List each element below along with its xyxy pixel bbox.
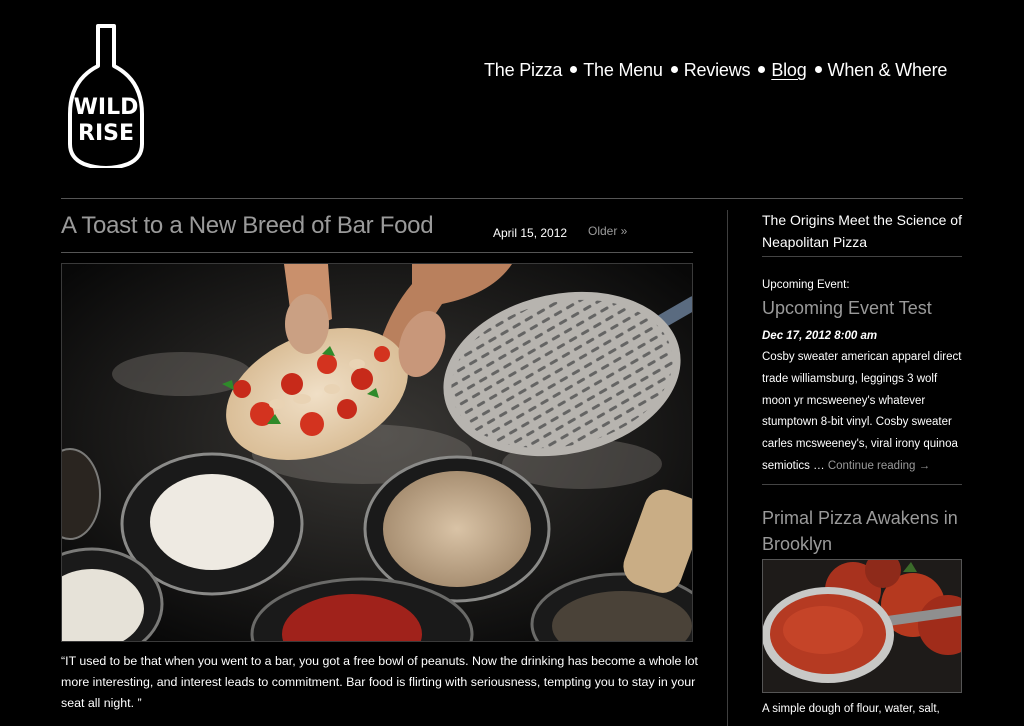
post-date: April 15, 2012 <box>493 226 568 240</box>
post-title-divider <box>61 252 693 253</box>
older-posts-link[interactable]: Older » <box>588 224 627 238</box>
event-date: Dec 17, 2012 8:00 am <box>762 330 878 342</box>
post-title[interactable]: A Toast to a New Breed of Bar Food <box>61 212 434 240</box>
sidebar-post-title-link[interactable]: Primal Pizza Awakens in Brooklyn <box>762 505 967 557</box>
nav-blog[interactable]: Blog <box>771 60 806 81</box>
main-nav: The Pizza The Menu Reviews Blog When & W… <box>484 60 947 81</box>
post-photo-pizza-prep <box>61 263 693 642</box>
continue-reading-link[interactable]: Continue reading → <box>828 460 930 472</box>
nav-the-menu[interactable]: The Menu <box>583 60 663 81</box>
nav-separator-dot <box>814 66 822 73</box>
wild-rise-logo[interactable]: WILD RISE <box>64 24 148 168</box>
event-description: Cosby sweater american apparel direct tr… <box>762 347 967 478</box>
sidebar-post-excerpt: A simple dough of flour, water, salt, <box>762 703 940 715</box>
sidebar-post-photo-tomato-sauce <box>762 559 962 693</box>
nav-reviews[interactable]: Reviews <box>684 60 751 81</box>
sidebar-heading[interactable]: The Origins Meet the Science of Neapolit… <box>762 209 962 253</box>
sidebar-divider <box>727 210 728 726</box>
nav-when-where[interactable]: When & Where <box>828 60 948 81</box>
upcoming-event-label: Upcoming Event: <box>762 279 850 291</box>
event-description-text: Cosby sweater american apparel direct tr… <box>762 351 962 472</box>
sidebar-divider-2 <box>762 484 962 485</box>
nav-separator-dot <box>570 66 578 73</box>
event-title-link[interactable]: Upcoming Event Test <box>762 298 932 319</box>
nav-the-pizza[interactable]: The Pizza <box>484 60 562 81</box>
post-excerpt-quote: “IT used to be that when you went to a b… <box>61 654 698 710</box>
nav-separator-dot <box>758 66 766 73</box>
nav-separator-dot <box>670 66 678 73</box>
logo-line2: RISE <box>78 121 134 146</box>
header-divider <box>61 198 963 199</box>
logo-line1: WILD <box>74 95 139 120</box>
sidebar-divider-1 <box>762 256 962 257</box>
